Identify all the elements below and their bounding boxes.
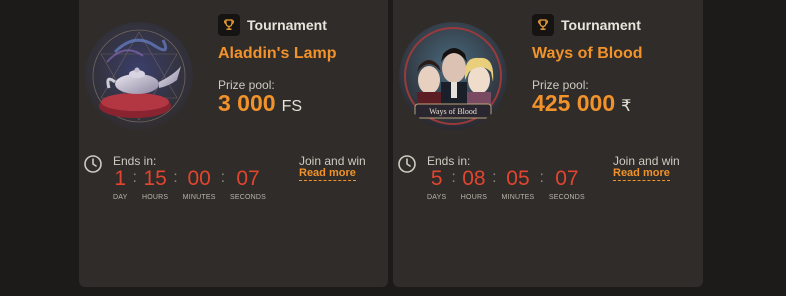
timer-separator: : [539, 169, 544, 186]
prize-pool-value: 3 000 FS [218, 90, 302, 117]
read-more-link[interactable]: Read more [613, 167, 670, 181]
timer-digits: 1 [114, 167, 127, 190]
tournament-card-ways-of-blood[interactable]: Ways of Blood Tournament Ways of Blood P… [393, 0, 703, 287]
timer-days: 5 DAYS [427, 167, 446, 201]
ends-in-label: Ends in: [113, 154, 157, 168]
game-thumbnail-ways-of-blood[interactable]: Ways of Blood [399, 22, 507, 130]
timer-unit-label: HOURS [460, 194, 488, 201]
timer-separator: : [451, 169, 456, 186]
tournament-title[interactable]: Aladdin's Lamp [218, 45, 336, 63]
prize-amount: 425 000 [532, 90, 616, 116]
trophy-icon [532, 14, 554, 36]
badge-label: Tournament [247, 17, 327, 33]
timer-digits: 08 [462, 167, 486, 190]
timer-seconds: 07 SECONDS [549, 167, 585, 201]
tournament-title[interactable]: Ways of Blood [532, 45, 643, 63]
clock-icon [397, 154, 417, 179]
game-logo-text: Ways of Blood [429, 107, 477, 116]
timer-unit-label: DAYS [427, 194, 447, 201]
timer-digits: 5 [430, 167, 443, 190]
timer-minutes: 00 MINUTES [183, 167, 216, 201]
countdown-timer: 5 DAYS : 08 HOURS : 05 MINUTES : 07 SECO… [427, 167, 585, 201]
timer-minutes: 05 MINUTES [502, 167, 535, 201]
tournament-badge: Tournament [218, 14, 327, 36]
magic-lamp-image [85, 22, 193, 130]
tournament-card-aladdins-lamp[interactable]: Tournament Aladdin's Lamp Prize pool: 3 … [79, 0, 388, 287]
game-thumbnail-aladdins-lamp[interactable] [85, 22, 193, 130]
trophy-icon [218, 14, 240, 36]
read-more-link[interactable]: Read more [299, 167, 356, 181]
timer-hours: 08 HOURS [461, 167, 487, 201]
timer-days: 1 DAY [113, 167, 127, 201]
badge-label: Tournament [561, 17, 641, 33]
timer-hours: 15 HOURS [142, 167, 168, 201]
timer-separator: : [132, 169, 137, 186]
timer-unit-label: SECONDS [548, 194, 585, 201]
ways-of-blood-image: Ways of Blood [399, 22, 507, 130]
timer-digits: 07 [236, 167, 260, 190]
prize-unit: ₹ [621, 98, 632, 115]
prize-amount: 3 000 [218, 90, 276, 116]
timer-separator: : [220, 169, 226, 186]
clock-icon [83, 154, 103, 179]
ends-in-label: Ends in: [427, 154, 471, 168]
timer-unit-label: SECONDS [230, 194, 267, 201]
join-and-win-text: Join and win [299, 154, 366, 168]
timer-unit-label: MINUTES [182, 194, 216, 201]
prize-unit: FS [281, 98, 303, 115]
countdown-timer: 1 DAY : 15 HOURS : 00 MINUTES : 07 SECON… [113, 167, 266, 201]
timer-unit-label: HOURS [141, 194, 169, 201]
join-and-win-text: Join and win [613, 154, 680, 168]
timer-digits: 05 [506, 167, 530, 190]
timer-separator: : [492, 169, 497, 186]
tournament-badge: Tournament [532, 14, 641, 36]
timer-seconds: 07 SECONDS [230, 167, 266, 201]
timer-digits: 00 [187, 167, 211, 190]
timer-digits: 15 [143, 167, 167, 190]
prize-pool-value: 425 000 ₹ [532, 90, 631, 117]
timer-digits: 07 [555, 167, 579, 190]
timer-unit-label: MINUTES [501, 194, 535, 201]
timer-unit-label: DAY [113, 194, 128, 201]
timer-separator: : [173, 169, 178, 186]
